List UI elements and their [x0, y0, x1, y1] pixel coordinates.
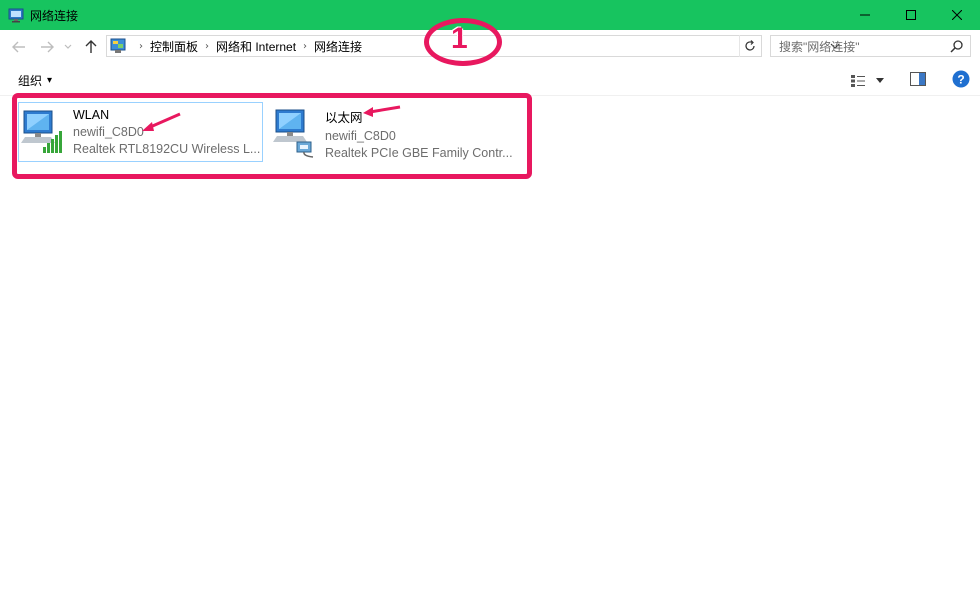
breadcrumb-separator: › — [303, 40, 308, 52]
search-input[interactable]: 搜索"网络连接" — [770, 35, 971, 57]
breadcrumb-separator: › — [139, 40, 143, 52]
network-connections-app-icon — [8, 8, 24, 23]
view-details-icon — [851, 74, 865, 87]
refresh-icon — [744, 40, 755, 51]
organize-menu-button[interactable]: 组织 ▾ — [18, 72, 52, 89]
forward-arrow-icon — [41, 41, 54, 53]
annotation-highlight-box — [12, 93, 532, 179]
organize-label: 组织 — [18, 74, 43, 88]
annotation-arrow-icon — [142, 112, 181, 131]
command-bar: 组织 ▾ ? — [0, 64, 980, 96]
chevron-down-icon — [64, 44, 72, 49]
maximize-icon — [906, 10, 916, 20]
minimize-icon — [860, 14, 870, 16]
breadcrumb-separator: › — [205, 40, 210, 52]
chevron-down-icon — [876, 77, 884, 83]
svg-text:?: ? — [957, 73, 964, 87]
up-arrow-icon — [85, 40, 97, 53]
up-button[interactable] — [82, 38, 100, 56]
close-button[interactable] — [934, 0, 980, 30]
maximize-button[interactable] — [888, 0, 934, 30]
close-icon — [952, 10, 962, 20]
breadcrumb-network-connections[interactable]: 网络连接 — [314, 38, 362, 55]
back-button[interactable] — [10, 38, 28, 56]
help-button[interactable]: ? — [952, 70, 970, 91]
forward-button[interactable] — [38, 38, 56, 56]
change-view-button[interactable] — [850, 74, 884, 88]
breadcrumb-network-internet[interactable]: 网络和 Internet — [216, 38, 296, 55]
back-arrow-icon — [12, 41, 25, 53]
preview-pane-icon — [910, 72, 926, 86]
annotation-number: 1 — [451, 22, 468, 55]
help-icon: ? — [952, 70, 970, 88]
window-title: 网络连接 — [30, 8, 79, 23]
search-placeholder: 搜索"网络连接" — [779, 39, 860, 54]
annotation-arrow-icon — [363, 105, 401, 117]
preview-pane-button[interactable] — [910, 72, 926, 89]
breadcrumb-control-panel[interactable]: 控制面板 — [150, 38, 198, 55]
minimize-button[interactable] — [842, 0, 888, 30]
search-icon — [950, 40, 963, 53]
refresh-button[interactable] — [739, 35, 759, 57]
chevron-down-icon: ▾ — [47, 75, 53, 86]
control-panel-icon — [110, 38, 126, 53]
recent-locations-button[interactable] — [62, 38, 74, 56]
